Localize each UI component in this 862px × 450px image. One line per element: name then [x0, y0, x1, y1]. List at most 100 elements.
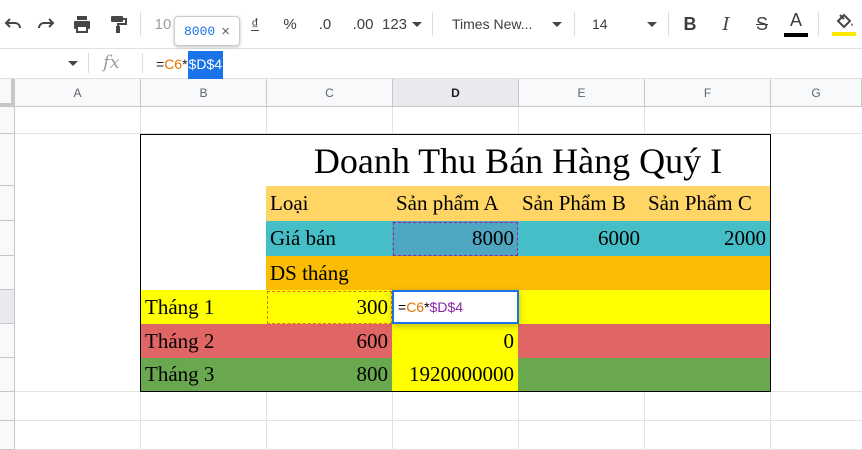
row-header[interactable] [0, 256, 15, 290]
editor-ref-d4: $D$4 [429, 299, 464, 315]
font-size-select[interactable]: 14 [592, 8, 662, 40]
cell-b6-month-1[interactable]: Tháng 1 [140, 290, 267, 325]
cell-e5[interactable] [518, 256, 645, 291]
column-header-d[interactable]: D [393, 79, 519, 107]
cell-c8-qty-3[interactable]: 800 [266, 358, 393, 392]
table-title[interactable]: Doanh Thu Bán Hàng Quý I [266, 134, 771, 187]
fill-color-button[interactable] [828, 8, 860, 40]
text-color-button[interactable]: A [782, 8, 810, 40]
cell-b7-month-2[interactable]: Tháng 2 [140, 324, 267, 359]
column-header-a[interactable]: A [15, 79, 141, 107]
text-color-bar [784, 33, 808, 37]
row-header[interactable] [0, 290, 15, 324]
currency-format-button[interactable]: ₫ [244, 8, 266, 40]
cell-f5[interactable] [644, 256, 771, 291]
cell-value-tooltip: 8000 × [174, 16, 240, 46]
cell-c4-price-label[interactable]: Giá bán [266, 221, 393, 257]
cell-c6-qty-1[interactable]: 300 [266, 290, 393, 325]
number-format-select[interactable]: 123 [382, 8, 424, 40]
cell-editor-d6[interactable]: = C6 * $D$4 [392, 290, 519, 324]
toolbar-divider [668, 12, 669, 36]
toolbar-divider [818, 12, 819, 36]
row-header[interactable] [0, 358, 15, 392]
row-header[interactable] [0, 107, 15, 134]
column-header-b[interactable]: B [141, 79, 267, 107]
redo-icon[interactable] [32, 8, 60, 40]
toolbar-divider [140, 12, 141, 36]
zoom-select[interactable]: 10 [152, 8, 174, 40]
cell-c5-ds-label[interactable]: DS tháng [266, 256, 393, 291]
decrease-decimal-label: .0 [318, 15, 332, 33]
formula-input[interactable]: =C6*$D$4 [156, 51, 224, 79]
cell-e7[interactable] [518, 324, 645, 359]
cell-e6[interactable] [518, 290, 645, 325]
grid-line [15, 420, 862, 421]
italic-button[interactable]: I [712, 8, 740, 40]
undo-icon[interactable] [0, 8, 26, 40]
formula-op: * [182, 56, 188, 72]
cell-d8-value[interactable]: 1920000000 [392, 358, 519, 392]
formula-ref-c6: C6 [164, 56, 183, 72]
toolbar: 10 ₫ % .0 .00 123 Times New... 14 B I S … [0, 0, 862, 49]
bold-button[interactable]: B [676, 8, 704, 40]
select-all-corner[interactable] [0, 79, 15, 107]
fx-icon: fx [103, 52, 120, 73]
row-header[interactable] [0, 134, 15, 186]
cell-c3-type-label[interactable]: Loại [266, 186, 393, 222]
paint-format-icon[interactable] [104, 8, 132, 40]
font-family-select[interactable]: Times New... [452, 8, 567, 40]
cell-d4-price-a[interactable]: 8000 [392, 221, 519, 257]
font-family-label: Times New... [452, 16, 533, 32]
chevron-down-icon [552, 22, 562, 27]
number-format-label: 123 [382, 15, 408, 33]
formula-bar: fx =C6*$D$4 [0, 49, 862, 79]
decrease-decimal-button[interactable]: .0 [310, 8, 340, 40]
cell-d3-product-a[interactable]: Sản phẩm A [392, 186, 519, 222]
cell-b8-month-3[interactable]: Tháng 3 [140, 358, 267, 392]
row-header[interactable] [0, 421, 15, 450]
print-icon[interactable] [68, 8, 96, 40]
cell-e8[interactable] [518, 358, 645, 392]
strikethrough-button[interactable]: S [748, 8, 776, 40]
cell-e3-product-b[interactable]: Sản Phẩm B [518, 186, 645, 222]
toolbar-divider [432, 12, 433, 36]
cell-d7-value[interactable]: 0 [392, 324, 519, 359]
fill-color-bar [832, 32, 856, 36]
cell-f6[interactable] [644, 290, 771, 325]
row-header[interactable] [0, 186, 15, 221]
cell-b2-merged[interactable] [140, 134, 267, 291]
chevron-down-icon [647, 22, 657, 27]
cell-c7-qty-2[interactable]: 600 [266, 324, 393, 359]
column-header-c[interactable]: C [267, 79, 393, 107]
name-box[interactable] [0, 49, 86, 78]
formula-ref-d4: $D$4 [187, 51, 224, 79]
text-color-label: A [789, 10, 802, 30]
chevron-down-icon [412, 22, 422, 27]
close-icon[interactable]: × [221, 23, 230, 40]
editor-eq: = [398, 299, 407, 315]
paint-bucket-icon [836, 13, 853, 29]
row-header[interactable] [0, 324, 15, 358]
increase-decimal-label: .00 [352, 15, 374, 33]
font-size-label: 14 [592, 16, 608, 32]
increase-decimal-button[interactable]: .00 [346, 8, 380, 40]
row-header[interactable] [0, 392, 15, 421]
editor-ref-c6: C6 [406, 299, 425, 315]
formula-eq: = [156, 56, 165, 72]
column-header-g[interactable]: G [771, 79, 862, 107]
formula-divider [142, 53, 143, 73]
toolbar-divider [574, 12, 575, 36]
cell-f8[interactable] [644, 358, 771, 392]
row-header[interactable] [0, 221, 15, 256]
cell-f3-product-c[interactable]: Sản Phẩm C [644, 186, 771, 222]
chevron-down-icon [68, 61, 78, 66]
column-header-e[interactable]: E [519, 79, 645, 107]
tooltip-value: 8000 [184, 23, 216, 39]
formula-divider [88, 53, 89, 73]
cell-e4-price-b[interactable]: 6000 [518, 221, 645, 257]
cell-f4-price-c[interactable]: 2000 [644, 221, 771, 257]
column-header-f[interactable]: F [645, 79, 771, 107]
cell-d5[interactable] [392, 256, 519, 291]
percent-format-button[interactable]: % [278, 8, 302, 40]
cell-f7[interactable] [644, 324, 771, 359]
